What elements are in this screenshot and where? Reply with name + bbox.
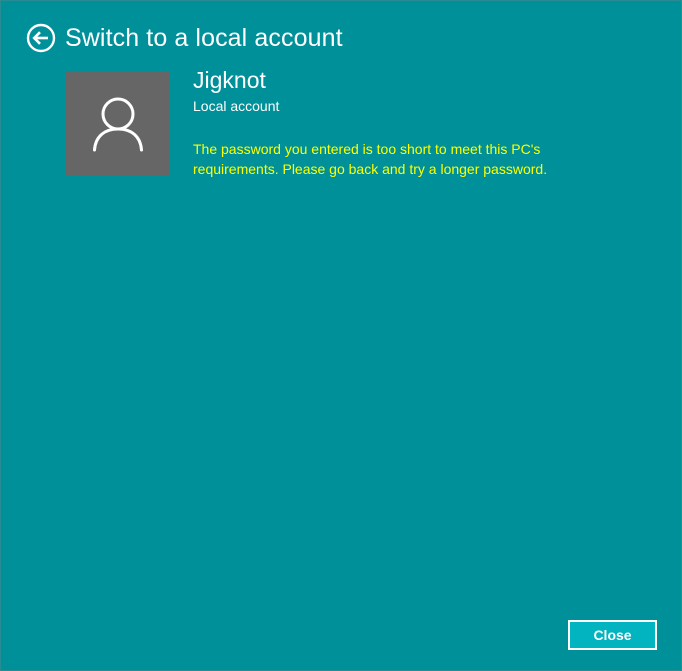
account-type: Local account xyxy=(193,98,280,114)
user-silhouette-icon xyxy=(93,97,143,151)
switch-local-account-page: Switch to a local account Jigknot Local … xyxy=(0,0,682,671)
page-title: Switch to a local account xyxy=(65,23,343,52)
header: Switch to a local account xyxy=(26,21,343,55)
back-button[interactable] xyxy=(26,23,56,53)
close-button[interactable]: Close xyxy=(568,620,657,650)
account-info: Jigknot Local account The password you e… xyxy=(193,65,663,179)
avatar xyxy=(66,72,170,175)
back-arrow-circle-icon xyxy=(26,23,56,53)
account-name: Jigknot xyxy=(193,67,266,93)
error-message: The password you entered is too short to… xyxy=(193,141,548,177)
